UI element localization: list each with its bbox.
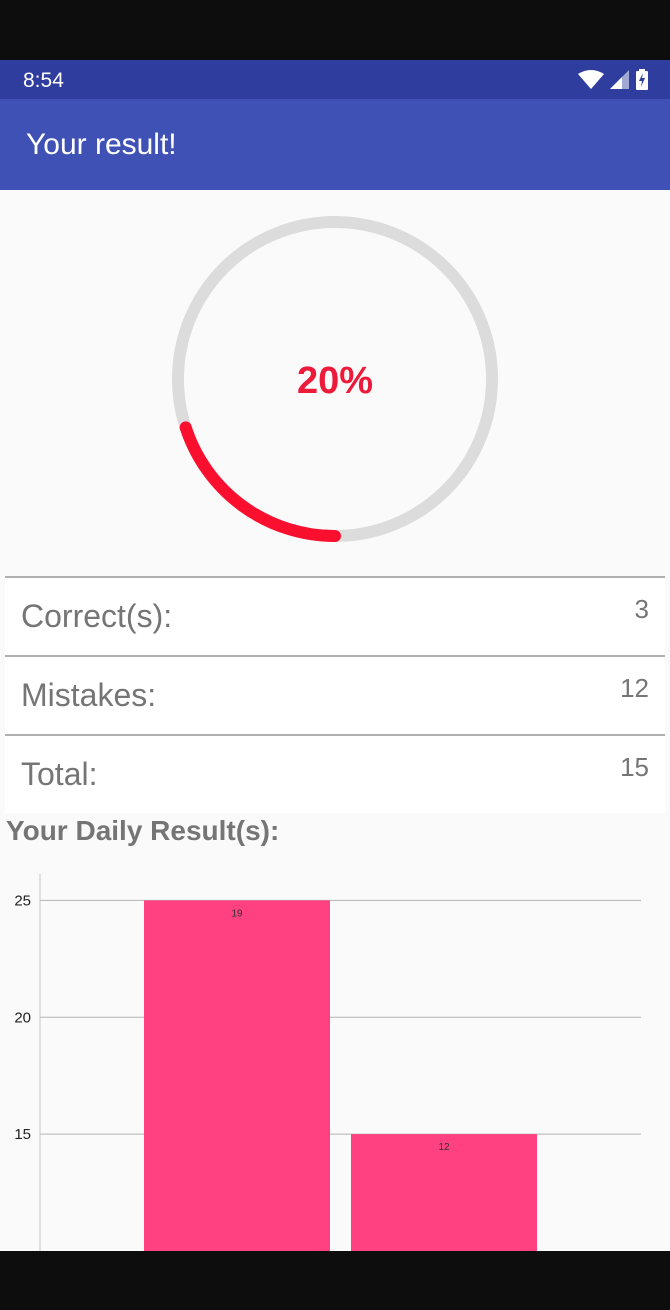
stat-row-correct: Correct(s): 3 <box>5 576 665 655</box>
bar-value-label: 19 <box>231 908 243 919</box>
stat-label: Mistakes: <box>21 677 157 713</box>
navigation-bar <box>0 1251 670 1310</box>
bar <box>144 900 330 1251</box>
wifi-icon <box>578 69 604 95</box>
daily-results-chart: 15 20 25 19 12 <box>14 874 641 1251</box>
app-bar: Your result! <box>0 99 670 190</box>
battery-charging-icon <box>636 69 648 95</box>
stat-value: 12 <box>620 673 649 703</box>
y-tick-label: 15 <box>14 1126 31 1143</box>
stat-row-total: Total: 15 <box>5 734 665 813</box>
stat-value: 3 <box>634 594 649 624</box>
bar-value-label: 12 <box>438 1142 450 1153</box>
page-title: Your result! <box>26 128 177 161</box>
stat-label: Total: <box>21 756 98 792</box>
status-icons <box>578 69 648 95</box>
y-tick-label: 20 <box>14 1009 31 1026</box>
stat-value: 15 <box>620 752 649 782</box>
status-time: 8:54 <box>23 69 64 92</box>
cell-signal-icon <box>610 69 630 95</box>
stats-list: Correct(s): 3 Mistakes: 12 Total: 15 <box>5 576 665 813</box>
status-bar: 8:54 <box>0 60 670 99</box>
score-progress-ring: 20% <box>170 214 500 544</box>
stat-row-mistakes: Mistakes: 12 <box>5 655 665 734</box>
y-tick-label: 25 <box>14 892 31 909</box>
stat-label: Correct(s): <box>21 598 173 634</box>
daily-results-heading: Your Daily Result(s): <box>6 815 280 846</box>
progress-percent: 20% <box>296 359 374 402</box>
result-content: 20% Correct(s): 3 Mistakes: 12 Total: 15… <box>0 190 670 1251</box>
